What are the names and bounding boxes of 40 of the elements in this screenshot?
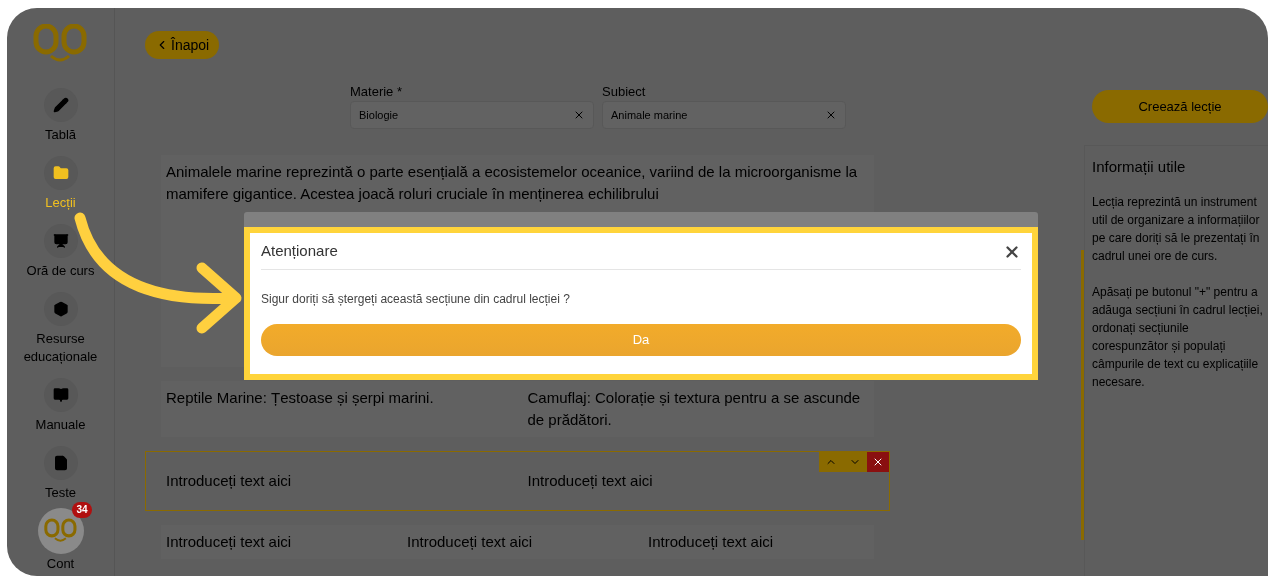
confirm-button[interactable]: Da [261,324,1021,356]
delete-button[interactable] [867,452,889,472]
section-text[interactable]: Reptile Marine: Țestoase și șerpi marini. [166,387,508,431]
section-text[interactable]: Introduceți text aici [527,470,869,492]
sidebar-item[interactable]: Lecții [10,156,111,212]
folder-icon [52,165,69,181]
cube-icon [52,301,69,317]
avatar-logo-icon [43,518,78,544]
back-button[interactable]: Înapoi [145,31,220,59]
document-icon [52,455,69,471]
dialog-message: Sigur doriți să ștergeți această secțiune din cadrul lecției ? [261,291,571,308]
pencil-icon [52,97,69,113]
section-text[interactable]: Camuflaj: Colorație și textura pentru a se ascunde de prădători. [527,387,869,431]
clear-icon [825,109,837,121]
create-lesson-button[interactable]: Creează lecție [1092,90,1268,123]
section-text[interactable]: Introduceți text aici [166,531,387,553]
section-text[interactable]: Introduceți text aici [407,531,628,553]
select-field[interactable]: Biologie [350,101,594,129]
book-icon [52,387,69,403]
section-text[interactable]: Introduceți text aici [648,531,869,553]
sidebar-item[interactable]: Manuale [10,378,111,434]
close-icon [872,456,884,468]
logo-icon [32,24,89,64]
lesson-section[interactable]: Introduceți text aici Introduceți text aici [145,451,890,511]
select-field[interactable]: Animale marine [602,101,846,129]
sidebar-item[interactable]: Teste [10,446,111,502]
sidebar-item[interactable]: Oră de curs [10,224,111,280]
field-label: Materie * [350,84,404,100]
teacher-board-icon [52,233,69,249]
sidebar-item[interactable]: Tablă [10,88,111,144]
info-paragraph: Apăsați pe butonul "+" pentru a adăuga secțiuni în cadrul lecției, ordonați secțiunile corespunzător și populați câmpurile de text cu explicațiile necesare. [1092,283,1264,391]
info-title: Informații utile [1092,157,1187,177]
sidebar-item[interactable]: Resurse educaționale [10,292,111,366]
account-button[interactable]: 34 Cont [29,502,92,572]
info-paragraph: Lecția reprezintă un instrument util de organizare a informațiilor pe care doriți să le prezentați în cadrul unei ore de curs. [1092,193,1261,265]
clear-icon [573,109,585,121]
dialog-title: Atenționare [261,241,338,262]
notification-badge: 34 [72,502,92,518]
section-text[interactable]: Introduceți text aici [166,470,508,492]
field-label: Subiect [602,84,647,100]
